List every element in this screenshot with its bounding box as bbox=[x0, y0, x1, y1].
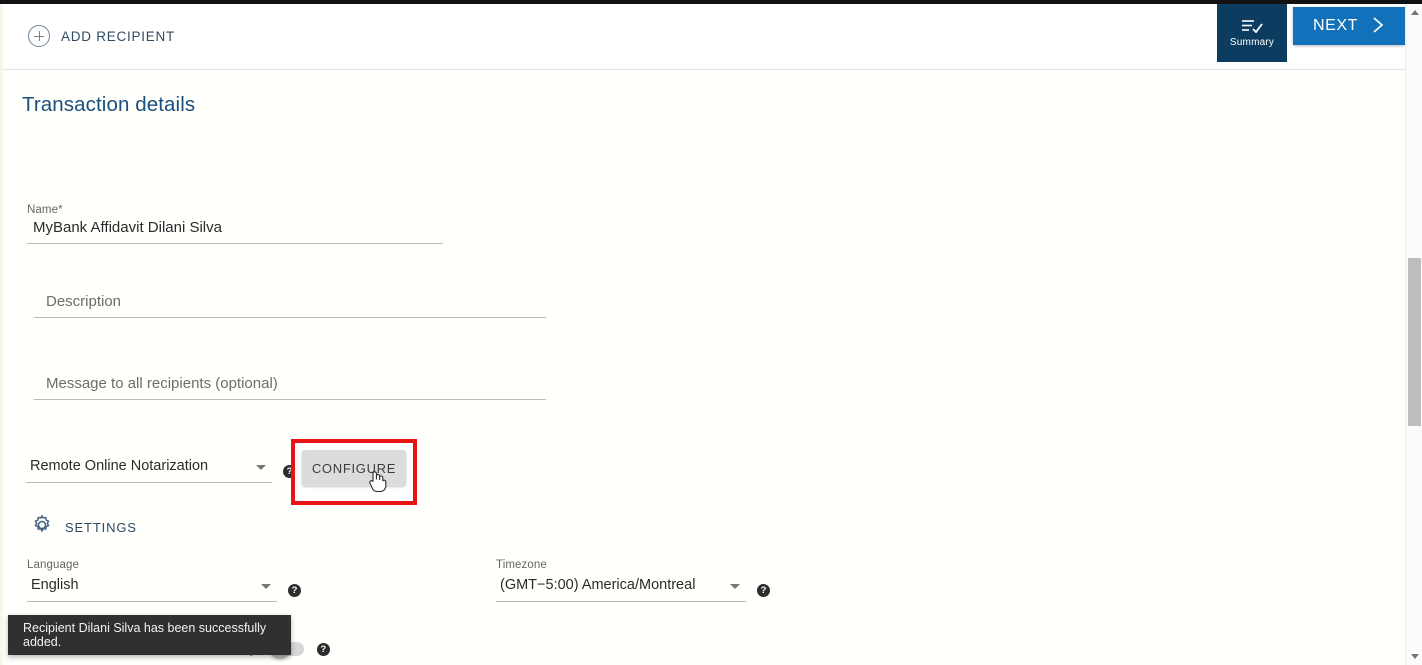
name-field-group: Name* bbox=[27, 204, 443, 244]
chevron-down-icon bbox=[261, 584, 271, 589]
language-value: English bbox=[31, 577, 79, 593]
add-recipient-button[interactable]: ADD RECIPIENT bbox=[28, 25, 175, 47]
timezone-help-icon[interactable]: ? bbox=[757, 584, 770, 597]
required-asterisk: * bbox=[58, 204, 63, 216]
description-input[interactable] bbox=[34, 293, 546, 318]
accessibility-help-icon[interactable]: ? bbox=[316, 642, 330, 656]
notarization-row: Remote Online Notarization ? bbox=[26, 457, 296, 483]
chevron-down-icon bbox=[730, 584, 740, 589]
summary-label: Summary bbox=[1229, 37, 1275, 48]
transaction-details-panel: Transaction details Name* Remote Online … bbox=[3, 71, 1405, 665]
settings-label: SETTINGS bbox=[65, 520, 137, 535]
message-input[interactable] bbox=[34, 375, 546, 400]
timezone-value: (GMT−5:00) America/Montreal bbox=[500, 577, 696, 593]
page-title: Transaction details bbox=[22, 93, 196, 116]
language-label: Language bbox=[27, 559, 79, 571]
message-field-group bbox=[34, 375, 546, 400]
name-label: Name* bbox=[27, 204, 443, 216]
scrollbar-thumb[interactable] bbox=[1408, 258, 1421, 426]
next-label: NEXT bbox=[1312, 17, 1359, 34]
timezone-label: Timezone bbox=[496, 559, 547, 571]
toast-message: Recipient Dilani Silva has been successf… bbox=[23, 621, 267, 649]
checklist-icon bbox=[1241, 18, 1263, 34]
language-help-icon[interactable]: ? bbox=[288, 584, 301, 597]
next-button[interactable]: NEXT bbox=[1293, 7, 1405, 45]
chevron-down-icon bbox=[256, 465, 266, 470]
notarization-value: Remote Online Notarization bbox=[30, 458, 209, 474]
configure-button[interactable]: CONFIGURE bbox=[302, 450, 406, 486]
language-field-group: Language English ? bbox=[27, 559, 301, 602]
chevron-right-icon bbox=[1372, 16, 1385, 37]
timezone-field-group: Timezone (GMT−5:00) America/Montreal ? bbox=[496, 559, 770, 602]
gear-icon bbox=[31, 514, 53, 541]
name-label-text: Name bbox=[27, 204, 59, 216]
summary-button[interactable]: Summary bbox=[1217, 4, 1287, 62]
plus-circle-icon bbox=[28, 25, 50, 47]
name-input[interactable] bbox=[27, 219, 443, 244]
top-toolbar: ADD RECIPIENT Summary NEXT bbox=[3, 4, 1405, 70]
settings-section-header[interactable]: SETTINGS bbox=[31, 514, 137, 541]
add-recipient-label: ADD RECIPIENT bbox=[61, 28, 176, 44]
language-select[interactable]: English bbox=[27, 576, 277, 602]
description-field-group bbox=[34, 293, 546, 318]
app-root: ADD RECIPIENT Summary NEXT Transaction d… bbox=[0, 0, 1422, 665]
scroll-up-arrow-icon[interactable] bbox=[1406, 4, 1422, 21]
scroll-down-arrow-icon[interactable] bbox=[1406, 648, 1422, 665]
notarization-select[interactable]: Remote Online Notarization bbox=[26, 457, 272, 483]
timezone-select[interactable]: (GMT−5:00) America/Montreal bbox=[496, 576, 746, 602]
toast-notification: Recipient Dilani Silva has been successf… bbox=[8, 615, 291, 655]
vertical-scrollbar[interactable] bbox=[1405, 4, 1422, 665]
